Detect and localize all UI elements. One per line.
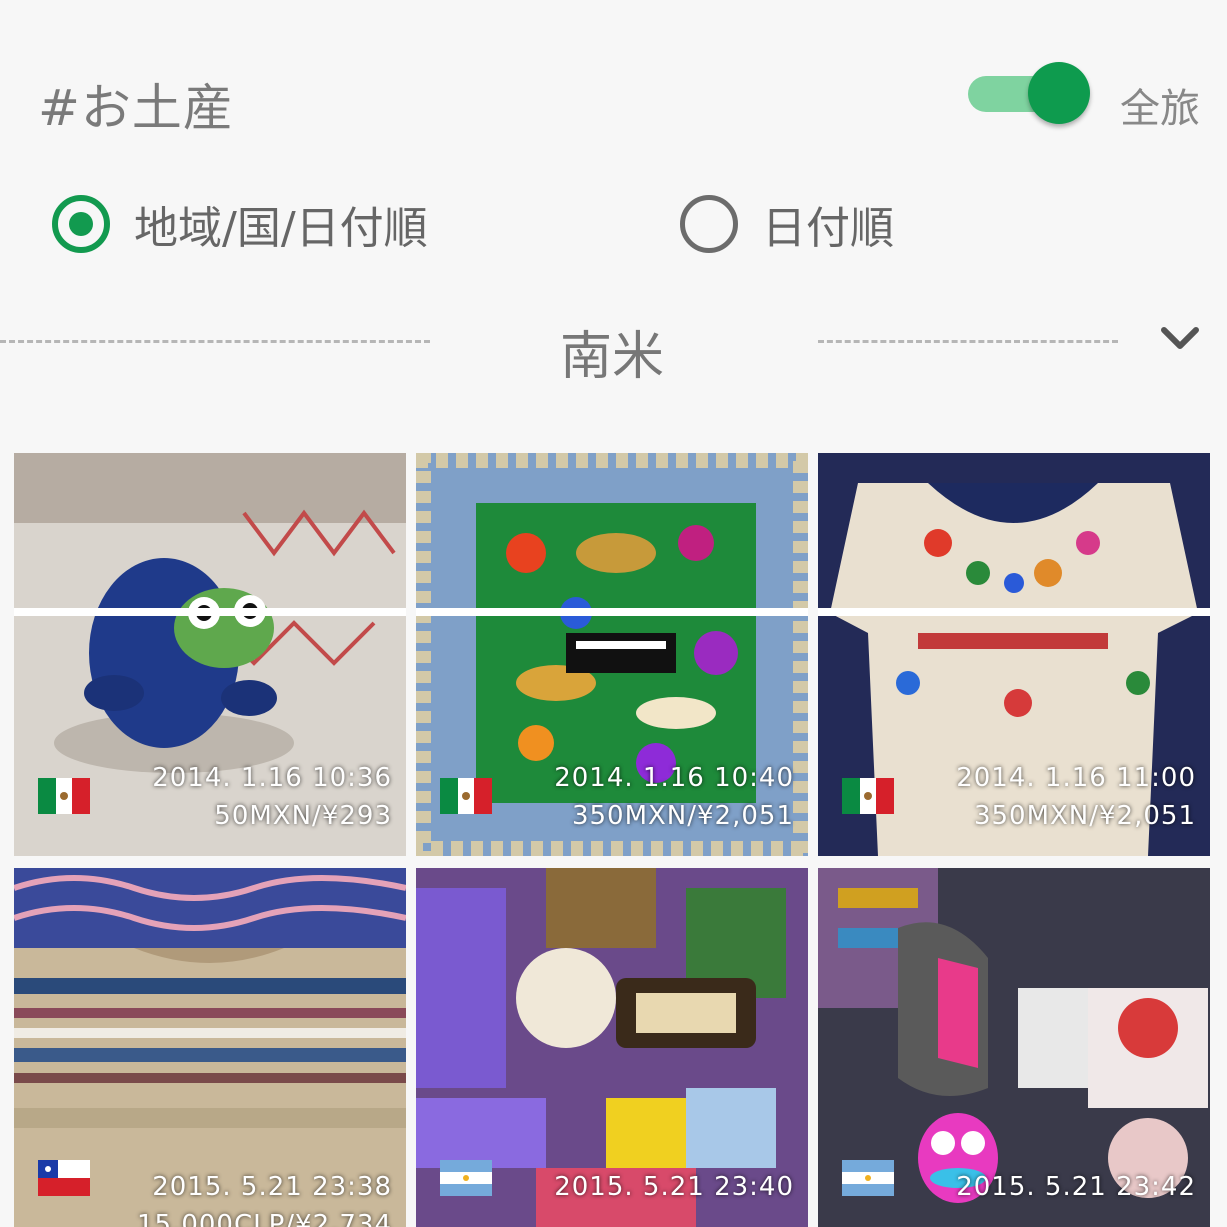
all-trips-label: 全旅: [1120, 86, 1200, 132]
item-price: 15,000CLP/¥2,734: [136, 1210, 392, 1227]
item-date: 2014. 1.16 11:00: [956, 763, 1196, 793]
region-section-header[interactable]: 南米: [0, 300, 1227, 400]
item-date: 2015. 5.21 23:40: [554, 1172, 794, 1202]
radio-selected-icon: [52, 195, 110, 253]
all-trips-toggle[interactable]: [966, 62, 1096, 124]
divider-right: [818, 340, 1118, 343]
item-date: 2015. 5.21 23:42: [956, 1172, 1196, 1202]
item-meta: 2015. 5.21 23:38 15,000CLP/¥2,734: [137, 1168, 392, 1227]
sort-date-label: 日付順: [762, 203, 894, 254]
sort-date-radio[interactable]: 日付順: [680, 192, 894, 256]
sort-region-label: 地域/国/日付順: [134, 203, 428, 254]
item-meta: 2015. 5.21 23:40: [554, 1168, 794, 1206]
item-meta: 2015. 5.21 23:42: [956, 1168, 1196, 1206]
item-price: 350MXN/¥2,051: [571, 801, 794, 831]
region-label: 南米: [560, 327, 665, 387]
toggle-thumb: [1028, 62, 1090, 124]
souvenir-tile[interactable]: 2014. 1.16 11:00 350MXN/¥2,051: [818, 453, 1210, 856]
item-date: 2015. 5.21 23:38: [152, 1172, 392, 1202]
chile-flag-icon: [38, 1160, 90, 1196]
souvenir-tile[interactable]: 2014. 1.16 10:36 50MXN/¥293: [14, 453, 406, 856]
page-title: #お土産: [38, 79, 234, 137]
radio-unselected-icon: [680, 195, 738, 253]
mexico-flag-icon: [440, 778, 492, 814]
argentina-flag-icon: [440, 1160, 492, 1196]
souvenir-tile[interactable]: 2015. 5.21 23:42: [818, 868, 1210, 1227]
tile-separator: [14, 608, 406, 616]
mexico-flag-icon: [842, 778, 894, 814]
souvenir-tile[interactable]: 2015. 5.21 23:38 15,000CLP/¥2,734: [14, 868, 406, 1227]
tile-separator: [416, 608, 808, 616]
chevron-down-icon[interactable]: [1160, 318, 1200, 358]
sort-region-radio[interactable]: 地域/国/日付順: [52, 192, 428, 256]
item-date: 2014. 1.16 10:40: [554, 763, 794, 793]
item-date: 2014. 1.16 10:36: [152, 763, 392, 793]
item-meta: 2014. 1.16 10:36 50MXN/¥293: [152, 759, 392, 835]
souvenir-tile[interactable]: 2014. 1.16 10:40 350MXN/¥2,051: [416, 453, 808, 856]
souvenir-tile[interactable]: 2015. 5.21 23:40: [416, 868, 808, 1227]
divider-left: [0, 340, 430, 343]
item-price: 50MXN/¥293: [214, 801, 392, 831]
item-price: 350MXN/¥2,051: [973, 801, 1196, 831]
tile-separator: [818, 608, 1210, 616]
argentina-flag-icon: [842, 1160, 894, 1196]
item-meta: 2014. 1.16 11:00 350MXN/¥2,051: [956, 759, 1196, 835]
item-meta: 2014. 1.16 10:40 350MXN/¥2,051: [554, 759, 794, 835]
mexico-flag-icon: [38, 778, 90, 814]
